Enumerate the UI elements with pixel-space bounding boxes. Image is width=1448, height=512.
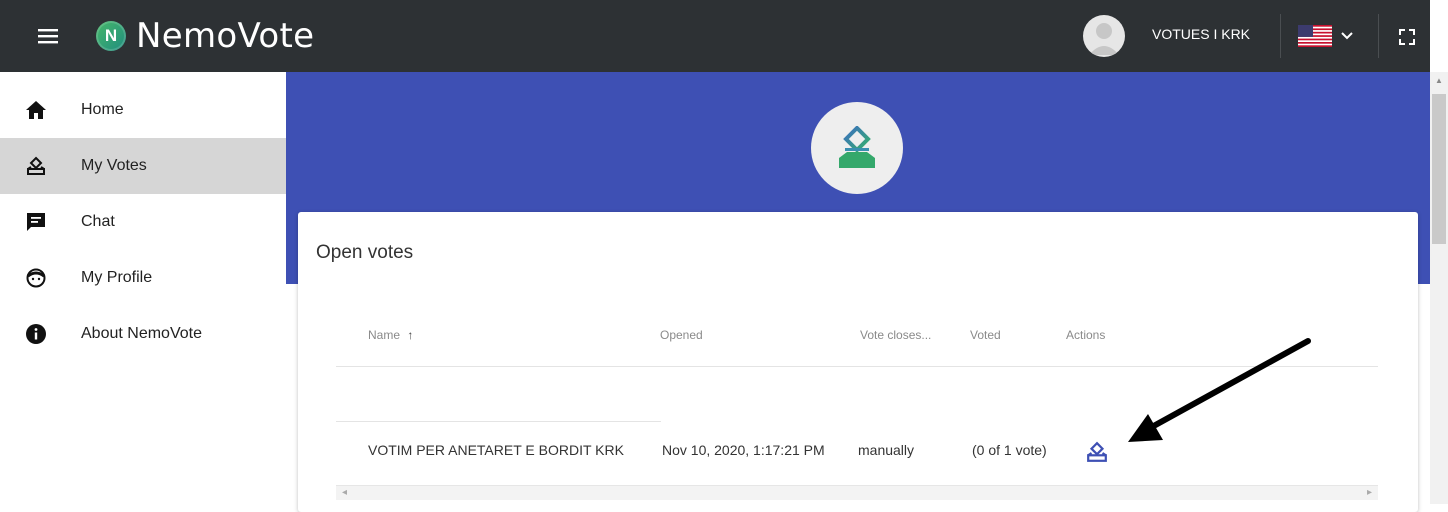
sidebar-item-label: Home: [81, 101, 124, 118]
vote-voted: (0 of 1 vote): [972, 442, 1047, 458]
fullscreen-icon: [1399, 29, 1415, 45]
scrollbar-thumb[interactable]: [1432, 94, 1446, 244]
ballot-icon: [839, 126, 875, 168]
column-header-voted[interactable]: Voted: [970, 328, 1001, 342]
sidebar-item-my-votes[interactable]: My Votes: [0, 138, 286, 194]
sidebar-item-label: My Profile: [81, 269, 153, 286]
user-name[interactable]: VOTUES I KRK: [1152, 26, 1250, 42]
ballot-icon: [1087, 441, 1107, 462]
chevron-down-icon: [1341, 32, 1353, 40]
avatar[interactable]: [1083, 15, 1125, 57]
sidebar-item-about[interactable]: About NemoVote: [0, 306, 286, 362]
sidebar: Home My Votes Chat My Profile About Nemo…: [0, 72, 286, 504]
us-flag-icon: [1298, 25, 1332, 47]
horizontal-scrollbar[interactable]: ◂ ▸: [336, 485, 1378, 500]
column-header-vote-closes[interactable]: Vote closes...: [860, 328, 931, 342]
info-icon: [24, 322, 48, 346]
column-header-name[interactable]: Name ↑: [368, 328, 413, 342]
vertical-scrollbar[interactable]: ▲: [1430, 72, 1448, 504]
vote-opened: Nov 10, 2020, 1:17:21 PM: [662, 442, 825, 458]
scroll-left-icon[interactable]: ◂: [342, 487, 347, 498]
column-header-opened[interactable]: Opened: [660, 328, 703, 342]
sidebar-item-label: My Votes: [81, 157, 147, 174]
open-votes-card: Open votes Name ↑ Opened Vote closes... …: [298, 212, 1418, 512]
ballot-icon: [24, 154, 48, 178]
vote-action-button[interactable]: [1086, 441, 1108, 463]
sidebar-item-label: About NemoVote: [81, 325, 202, 342]
app-logo[interactable]: N NemoVote: [96, 14, 314, 58]
sidebar-item-home[interactable]: Home: [0, 82, 286, 138]
logo-badge: N: [96, 21, 126, 51]
fullscreen-button[interactable]: [1396, 26, 1418, 48]
header-divider: [1280, 14, 1281, 58]
header-divider: [1378, 14, 1379, 58]
top-app-bar: N NemoVote VOTUES I KRK: [0, 0, 1430, 72]
sidebar-item-label: Chat: [81, 213, 115, 230]
logo-text: NemoVote: [136, 16, 315, 56]
language-selector[interactable]: [1298, 22, 1360, 50]
sort-arrow-icon: ↑: [407, 328, 414, 342]
vote-name: VOTIM PER ANETARET E BORDIT KRK: [368, 442, 624, 458]
page-title: Open votes: [316, 242, 414, 263]
face-icon: [24, 266, 48, 290]
banner-badge: [811, 102, 903, 194]
home-icon: [24, 98, 48, 122]
header-divider: [336, 366, 1378, 367]
sidebar-item-chat[interactable]: Chat: [0, 194, 286, 250]
chat-icon: [24, 210, 48, 234]
menu-icon: [38, 29, 58, 44]
scroll-right-icon[interactable]: ▸: [1367, 487, 1372, 498]
column-header-actions: Actions: [1066, 328, 1106, 342]
vote-closes: manually: [858, 442, 915, 458]
menu-button[interactable]: [28, 20, 68, 52]
scroll-up-icon[interactable]: ▲: [1435, 76, 1443, 85]
sidebar-item-my-profile[interactable]: My Profile: [0, 250, 286, 306]
row-divider: [336, 421, 661, 422]
